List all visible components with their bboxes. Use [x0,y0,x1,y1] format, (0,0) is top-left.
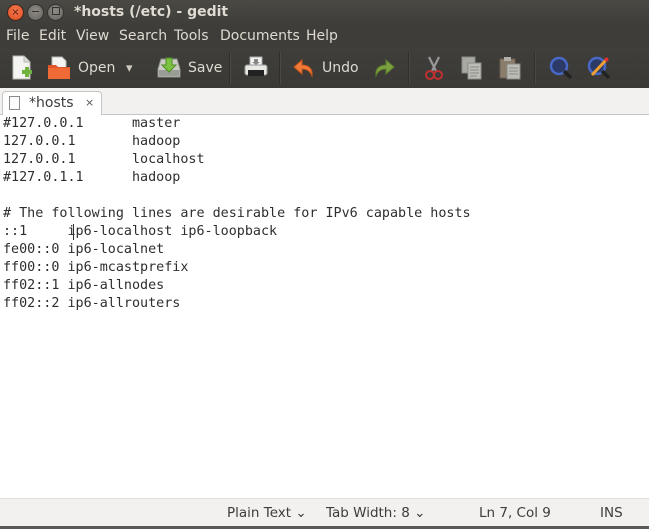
toolbar: Open ▾ Save Undo [0,48,649,89]
insert-mode: INS [600,505,623,521]
window-close-button[interactable]: × [7,4,24,21]
editor-line: ff02::2 ip6-allrouters [3,296,181,311]
cursor-position: Ln 7, Col 9 [479,505,551,521]
find-button[interactable] [548,54,574,82]
undo-label: Undo [322,60,359,76]
new-button[interactable] [10,54,34,82]
copy-button[interactable] [460,54,484,82]
toolbar-separator [279,52,281,84]
window-minimize-button[interactable] [27,4,44,21]
menu-tools[interactable]: Tools [174,28,209,44]
redo-button[interactable] [372,54,396,82]
editor-line: ff02::1 ip6-allnodes [3,278,165,293]
save-label: Save [188,60,223,76]
status-bar: Plain Text ⌄ Tab Width: 8 ⌄ Ln 7, Col 9 … [0,498,649,527]
text-editor[interactable]: #127.0.0.1 master 127.0.0.1 hadoop 127.0… [0,115,649,498]
title-bar: × *hosts (/etc) - gedit [0,0,649,26]
open-recent-dropdown[interactable]: ▾ [126,54,133,82]
chevron-down-icon: ⌄ [414,505,426,521]
print-icon [244,56,268,76]
toolbar-separator [534,52,536,84]
tab-close-button[interactable]: × [85,96,94,109]
toolbar-separator [408,52,410,84]
open-label: Open [78,60,116,76]
menu-edit[interactable]: Edit [39,28,66,44]
editor-line: #127.0.1.1 hadoop [3,170,181,185]
toolbar-separator [229,52,231,84]
menu-bar: File Edit View Search Tools Documents He… [0,26,649,48]
editor-line: fe00::0 ip6-localnet [3,242,165,257]
maximize-icon [51,7,60,15]
print-button[interactable] [243,54,269,82]
language-label: Plain Text [227,505,292,521]
undo-button[interactable]: Undo [292,54,359,82]
search-icon [549,56,573,80]
copy-icon [461,56,482,80]
window-maximize-button[interactable] [47,4,64,21]
new-document-icon [12,55,32,80]
menu-view[interactable]: View [76,28,109,44]
undo-icon [293,58,313,78]
tab-hosts[interactable]: *hosts × [2,91,102,115]
open-folder-icon [48,56,70,79]
document-icon [9,96,20,110]
cut-icon [425,56,443,80]
language-selector[interactable]: Plain Text ⌄ [227,505,307,521]
redo-icon [375,58,395,78]
close-icon: × [11,7,20,18]
editor-line: 127.0.0.1 hadoop [3,134,181,149]
paste-button[interactable] [498,54,522,82]
paste-icon [499,57,521,80]
menu-search[interactable]: Search [119,28,167,44]
editor-line: # The following lines are desirable for … [3,206,471,221]
tab-width-selector[interactable]: Tab Width: 8 ⌄ [326,505,425,521]
menu-file[interactable]: File [6,28,29,44]
editor-line: #127.0.0.1 master [3,116,181,131]
editor-line: ff00::0 ip6-mcastprefix [3,260,189,275]
menu-documents[interactable]: Documents [220,28,300,44]
tab-label: *hosts [29,95,74,111]
save-button[interactable]: Save [156,54,222,82]
save-icon [157,57,181,78]
window-title: *hosts (/etc) - gedit [74,4,229,20]
chevron-down-icon: ▾ [126,60,133,76]
editor-line: ::1 ip6-localhost ip6-loopback [3,224,278,239]
open-button[interactable]: Open [46,54,115,82]
editor-line: 127.0.0.1 localhost [3,152,205,167]
find-replace-icon [587,56,611,80]
minimize-icon [32,10,39,12]
find-replace-button[interactable] [586,54,612,82]
text-cursor [73,224,74,240]
tab-width-label: Tab Width: 8 [326,505,410,521]
menu-help[interactable]: Help [306,28,338,44]
document-tabs: *hosts × [0,88,649,115]
cut-button[interactable] [422,54,446,82]
chevron-down-icon: ⌄ [295,505,307,521]
